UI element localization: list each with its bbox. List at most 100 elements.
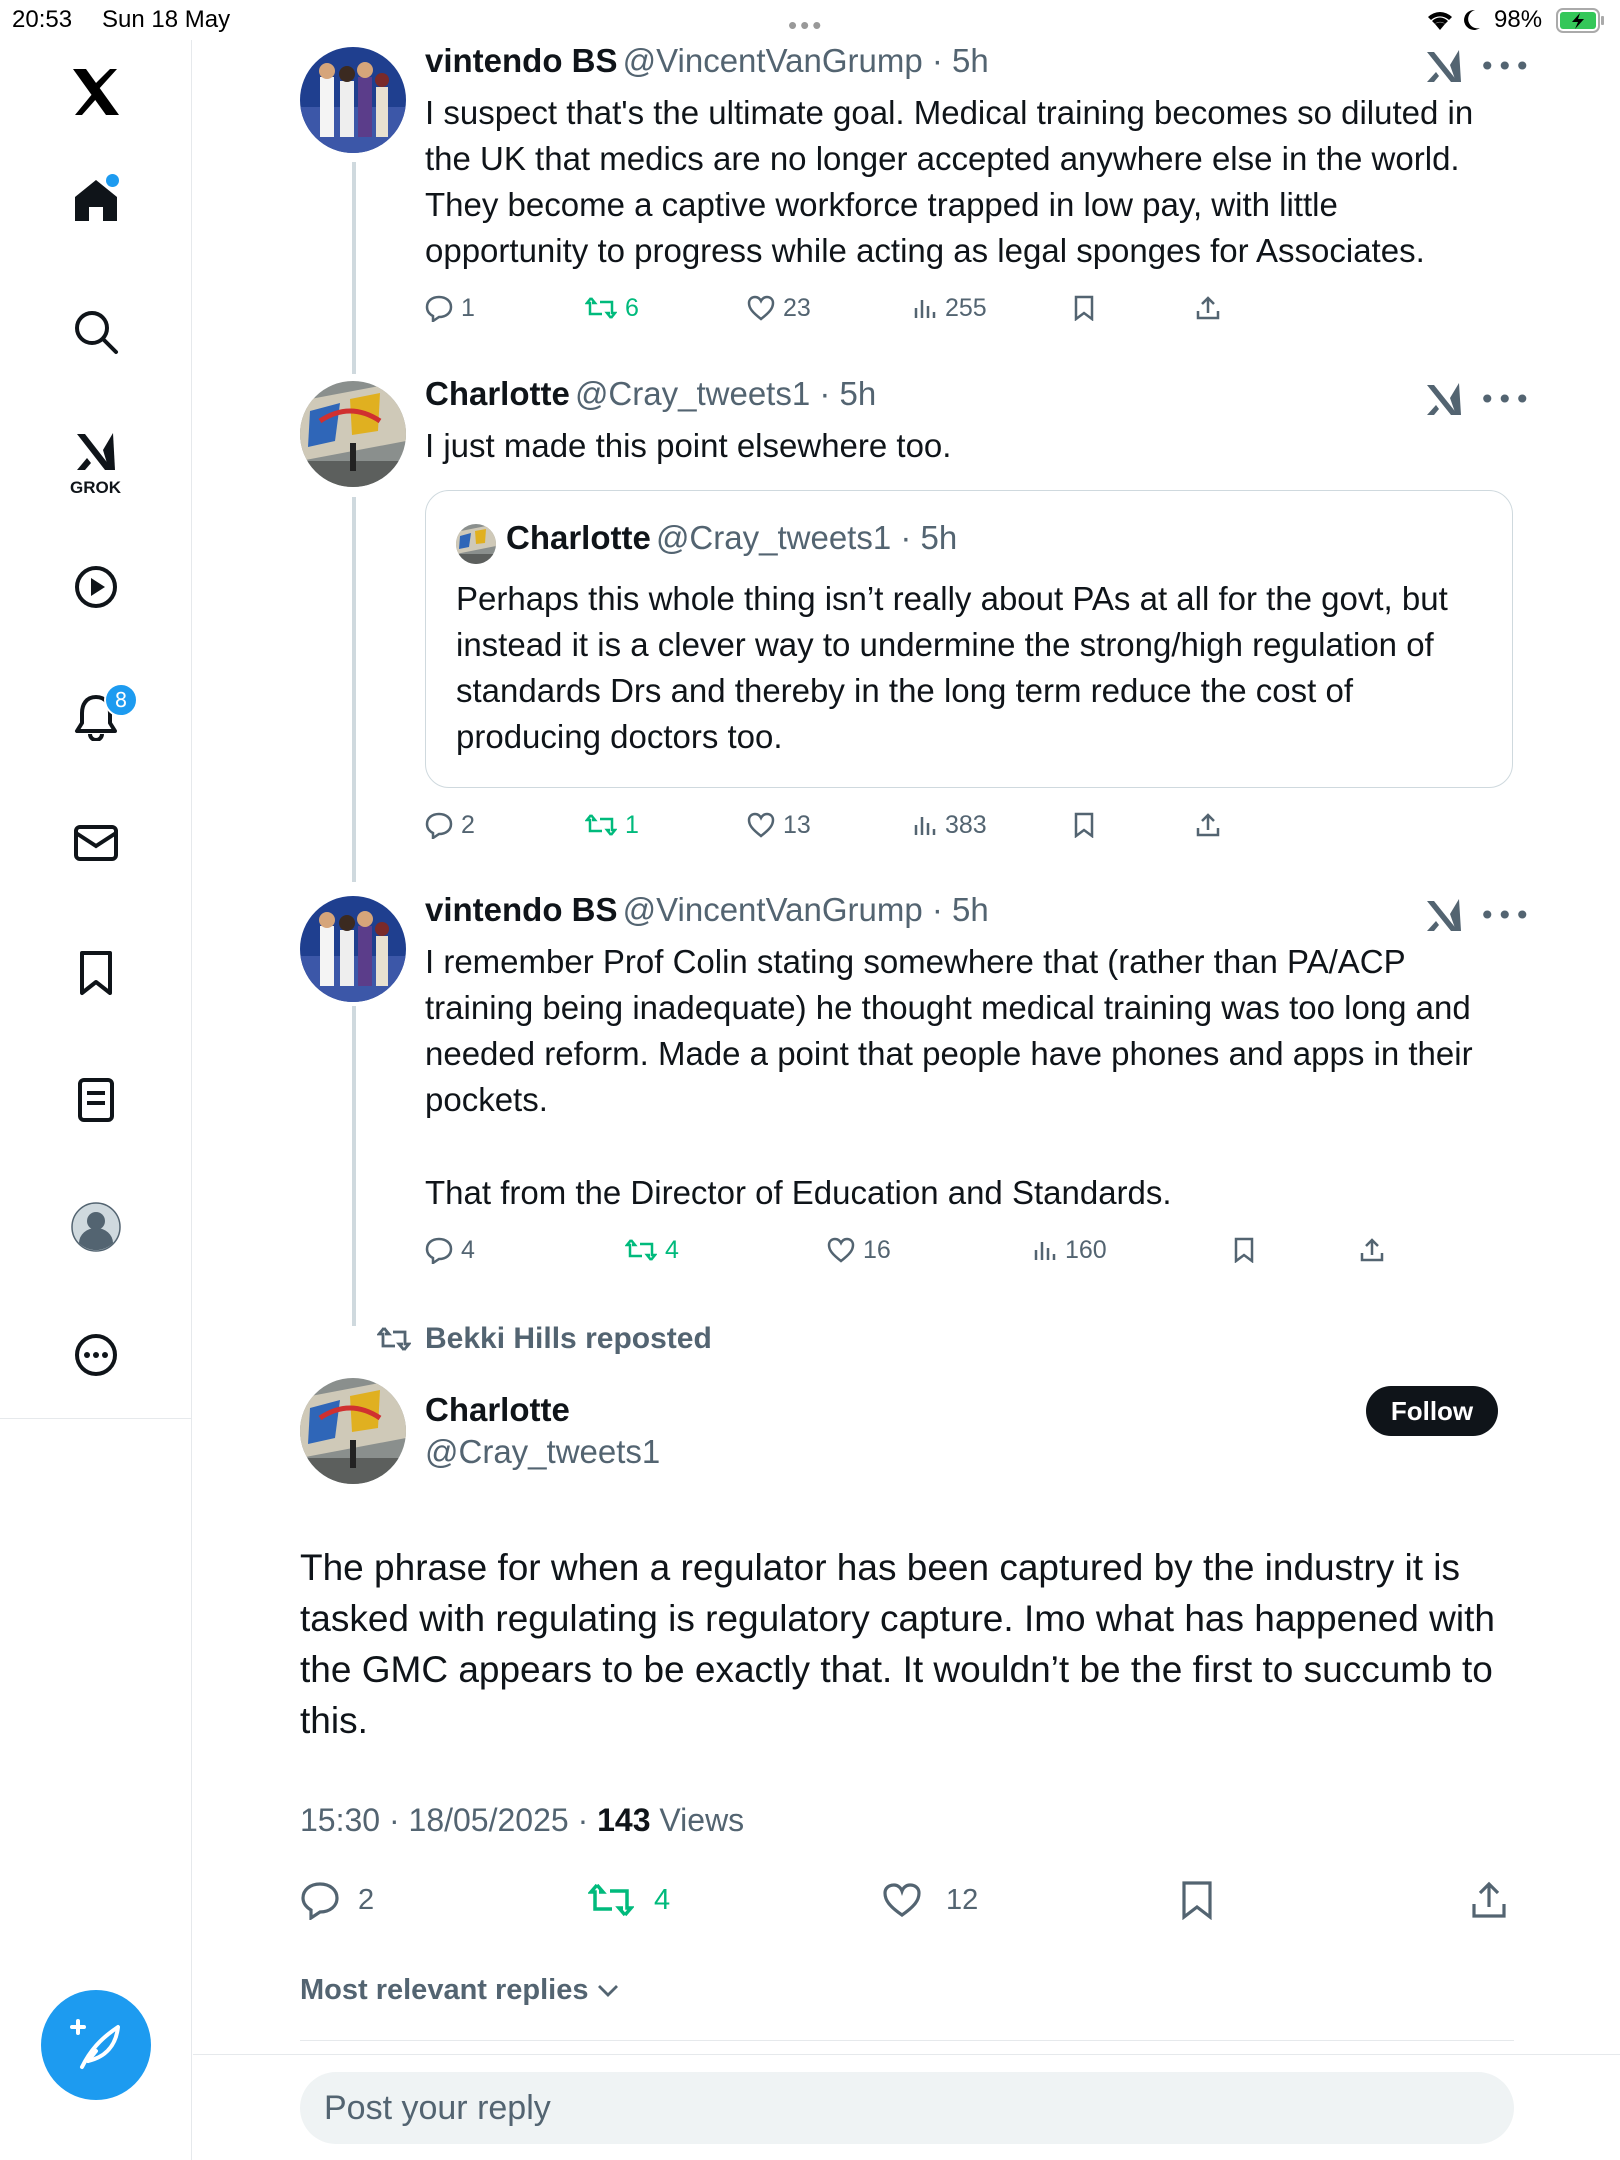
tweet-time[interactable]: 5h (952, 42, 989, 79)
bookmarks-icon[interactable] (71, 948, 121, 998)
author-handle[interactable]: @Cray_tweets1 (575, 375, 810, 412)
reply-button[interactable]: 2 (300, 1875, 374, 1925)
avatar[interactable] (300, 381, 406, 487)
bookmark-icon (1234, 1237, 1254, 1263)
views-count: 255 (945, 293, 987, 322)
repost-icon (585, 814, 617, 836)
share-button[interactable] (1195, 805, 1221, 845)
reposted-by-label[interactable]: Bekki Hills reposted (425, 1322, 712, 1356)
moon-icon (1464, 9, 1480, 30)
x-logo-icon[interactable] (68, 64, 124, 120)
heart-icon (747, 812, 775, 838)
like-button[interactable]: 12 (882, 1875, 978, 1925)
like-count: 16 (863, 1235, 891, 1264)
like-button[interactable]: 23 (747, 288, 811, 328)
like-button[interactable]: 16 (827, 1230, 891, 1270)
grok-icon[interactable] (71, 427, 121, 477)
video-play-icon[interactable] (71, 562, 121, 612)
author-name[interactable]: Charlotte (425, 375, 570, 412)
bookmark-button[interactable] (1233, 1230, 1255, 1270)
more-options-icon[interactable]: ••• (1479, 386, 1531, 414)
lists-icon[interactable] (71, 1075, 121, 1125)
tweet-time[interactable]: 5h (952, 891, 989, 928)
reply-button[interactable]: 1 (425, 288, 475, 328)
views-button[interactable]: 383 (913, 805, 987, 845)
repost-icon (377, 1327, 411, 1351)
quote-time: 5h (920, 519, 958, 556)
wifi-icon (1428, 12, 1452, 30)
status-date: Sun 18 May (102, 6, 231, 33)
tweet-date[interactable]: 18/05/2025 (409, 1802, 569, 1838)
grok-icon[interactable] (1424, 895, 1464, 935)
more-options-circle-icon[interactable] (71, 1330, 121, 1380)
grok-icon[interactable] (1424, 379, 1464, 419)
views-button[interactable]: 255 (913, 288, 987, 328)
author-name[interactable]: vintendo BS (425, 891, 618, 928)
quoted-tweet[interactable]: Charlotte @Cray_tweets1 · 5h Perhaps thi… (425, 490, 1513, 788)
more-options-icon[interactable]: ••• (1479, 53, 1531, 81)
compose-feather-icon (70, 2019, 120, 2069)
reply-input[interactable]: Post your reply (300, 2072, 1514, 2144)
multitask-dots-icon[interactable]: ••• (788, 10, 824, 41)
tweet-time[interactable]: 15:30 (300, 1802, 380, 1838)
author-handle[interactable]: @Cray_tweets1 (425, 1433, 660, 1471)
repost-button[interactable]: 4 (588, 1875, 670, 1925)
tweet-actions: 4 4 16 160 (425, 1230, 1425, 1270)
share-button[interactable] (1470, 1875, 1508, 1925)
grok-icon[interactable] (1424, 46, 1464, 86)
more-options-icon[interactable]: ••• (1479, 902, 1531, 930)
repost-button[interactable]: 1 (585, 805, 639, 845)
quote-avatar (456, 524, 496, 564)
profile-avatar-icon[interactable] (71, 1202, 121, 1252)
quote-author-handle: @Cray_tweets1 (655, 519, 892, 556)
thread-line (352, 497, 356, 882)
replies-sort-label: Most relevant replies (300, 1974, 589, 2006)
follow-button[interactable]: Follow (1366, 1386, 1498, 1436)
avatar[interactable] (300, 47, 406, 153)
divider (300, 2040, 1514, 2041)
repost-button[interactable]: 6 (585, 288, 639, 328)
author-handle[interactable]: @VincentVanGrump (623, 891, 923, 928)
tweet-actions: 2 1 13 383 (425, 805, 1425, 845)
messages-envelope-icon[interactable] (71, 818, 121, 868)
like-count: 12 (946, 1883, 979, 1916)
reply-icon (425, 1237, 453, 1264)
author-handle[interactable]: @VincentVanGrump (623, 42, 923, 79)
bookmark-icon (1182, 1881, 1212, 1920)
share-button[interactable] (1359, 1230, 1385, 1270)
heart-icon (883, 1883, 921, 1917)
bookmark-button[interactable] (1073, 288, 1095, 328)
author-name[interactable]: Charlotte (425, 1391, 570, 1429)
status-time: 20:53 (12, 6, 73, 33)
reply-count: 2 (358, 1883, 375, 1916)
compose-post-button[interactable] (41, 1990, 151, 2100)
replies-sort-dropdown[interactable]: Most relevant replies (300, 1974, 619, 2007)
avatar[interactable] (300, 896, 406, 1002)
tweet-header: Charlotte @Cray_tweets1 · 5h (425, 375, 877, 412)
bookmark-button[interactable] (1073, 805, 1095, 845)
repost-icon (585, 297, 617, 319)
views-count: 383 (945, 810, 987, 839)
bookmark-button[interactable] (1180, 1875, 1214, 1925)
reply-icon (425, 295, 453, 322)
quote-header: Charlotte @Cray_tweets1 · 5h (506, 519, 958, 556)
share-icon (1196, 813, 1220, 837)
status-bar: 20:53 Sun 18 May ••• 98% (0, 0, 1620, 40)
reply-button[interactable]: 4 (425, 1230, 475, 1270)
like-button[interactable]: 13 (747, 805, 811, 845)
reply-button[interactable]: 2 (425, 805, 475, 845)
search-icon[interactable] (71, 307, 121, 357)
share-icon (1472, 1881, 1506, 1918)
views-button[interactable]: 160 (1033, 1230, 1107, 1270)
avatar[interactable] (300, 1378, 406, 1484)
repost-count: 6 (625, 293, 639, 322)
share-button[interactable] (1195, 288, 1221, 328)
reply-placeholder: Post your reply (324, 2088, 551, 2127)
tweet-actions: 2 4 12 (300, 1875, 1520, 1925)
share-icon (1196, 296, 1220, 320)
tweet-text: I remember Prof Colin stating somewhere … (425, 943, 1473, 1118)
tweet-time[interactable]: 5h (840, 375, 877, 412)
repost-button[interactable]: 4 (625, 1230, 679, 1270)
author-name[interactable]: vintendo BS (425, 42, 618, 79)
views-chart-icon (914, 817, 936, 835)
